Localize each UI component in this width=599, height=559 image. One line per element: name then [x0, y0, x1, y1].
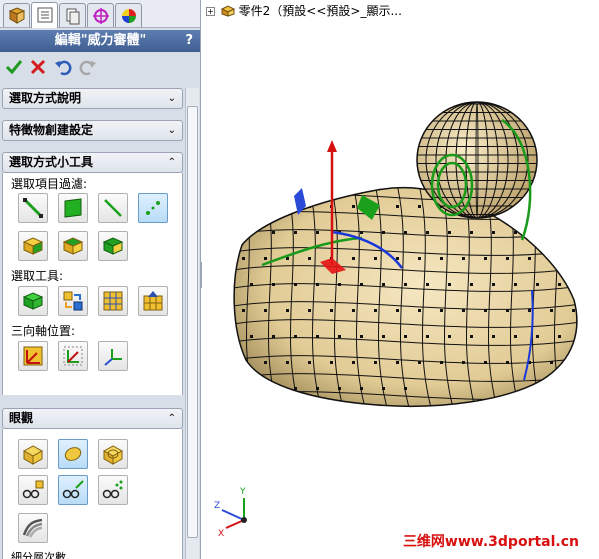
- feature-manager-tab[interactable]: [3, 3, 30, 27]
- grid-up-arrow-icon: [143, 291, 163, 311]
- property-manager-panel: 編輯"威力審體" ? 選取方式說明 ⌄ 特徵物創建設定 ⌄ 選取方式小工具 ⌃ …: [0, 0, 201, 559]
- triad-axis-icon: [23, 346, 43, 366]
- vertex-filter-icon: [146, 201, 160, 215]
- graphics-viewport[interactable]: + 零件2（預設<<預設>_顯示... Y X Z 三维网www.3dporta…: [202, 0, 599, 559]
- select-body-button[interactable]: [18, 286, 48, 316]
- site-watermark: 三维网www.3dportal.cn: [402, 534, 579, 550]
- title-text: 編輯"威力審體": [54, 33, 147, 48]
- glasses-icon: [102, 480, 123, 499]
- checkmark-icon: [5, 60, 23, 75]
- filter-solid-c-button[interactable]: [98, 231, 128, 261]
- filter-lines-button[interactable]: [98, 193, 128, 223]
- filter-edges-button[interactable]: [18, 193, 48, 223]
- tool-label: 選取工具:: [11, 269, 64, 283]
- green-cube-icon: [22, 292, 44, 310]
- feature-tree-icon: [8, 7, 26, 24]
- wireframe-box-icon: [102, 445, 124, 465]
- color-wheel-icon: [122, 9, 136, 23]
- panel-scrollbar[interactable]: [185, 88, 199, 559]
- dimxpert-manager-tab[interactable]: [87, 3, 114, 27]
- selection-tools-body: 選取項目過濾: 選取工具: 三向軸位置:: [2, 173, 183, 395]
- glasses-icon: [62, 480, 84, 499]
- swap-icon: [63, 291, 83, 311]
- manager-tab-bar: [0, 0, 200, 28]
- swap-selection-button[interactable]: [58, 286, 88, 316]
- filter-faces-button[interactable]: [58, 193, 88, 223]
- solid-body-icon: [102, 237, 124, 255]
- triad-position-c-button[interactable]: [98, 341, 128, 371]
- y-axis-label: Y: [239, 487, 246, 497]
- property-manager-tab[interactable]: [31, 2, 58, 28]
- triad-position-b-button[interactable]: [58, 341, 88, 371]
- solid-body-icon: [62, 237, 84, 255]
- filter-solid-a-button[interactable]: [18, 231, 48, 261]
- mesh-model[interactable]: Y X Z: [202, 0, 599, 559]
- redo-icon: [79, 60, 96, 76]
- property-list-icon: [37, 7, 53, 23]
- subdivision-icon: [22, 518, 43, 538]
- feature-creation-header[interactable]: 特徵物創建設定 ⌄: [2, 120, 183, 141]
- glasses-icon: [22, 480, 44, 499]
- line-filter-icon: [104, 199, 122, 217]
- solid-body-icon: [22, 237, 44, 255]
- display-wire-box-button[interactable]: [98, 439, 128, 469]
- ok-button[interactable]: [4, 57, 24, 77]
- close-icon: [30, 59, 46, 75]
- section-label: 選取方式小工具: [9, 155, 94, 169]
- cancel-button[interactable]: [28, 57, 48, 77]
- display-header[interactable]: 眼觀 ⌃: [2, 408, 183, 429]
- chevron-up-icon[interactable]: ⌃: [168, 153, 176, 172]
- property-manager-title: 編輯"威力審體" ?: [0, 30, 200, 52]
- scrollbar-thumb[interactable]: [187, 106, 198, 538]
- redo-button[interactable]: [78, 57, 98, 77]
- filter-vertices-button[interactable]: [138, 193, 168, 223]
- display-glasses-points-button[interactable]: [98, 475, 128, 505]
- display-manager-tab[interactable]: [115, 3, 142, 27]
- selection-help-header[interactable]: 選取方式說明 ⌄: [2, 88, 183, 109]
- chevron-down-icon[interactable]: ⌄: [168, 89, 176, 108]
- undo-icon: [55, 60, 72, 76]
- grid-select-button[interactable]: [98, 286, 128, 316]
- orientation-triad: Y X Z: [214, 487, 247, 539]
- triad-axis-icon: [104, 349, 122, 366]
- help-button[interactable]: ?: [185, 30, 193, 52]
- subdivision-label: 細分層次數: [11, 551, 66, 559]
- triad-label: 三向軸位置:: [11, 324, 76, 338]
- configuration-icon: [66, 8, 80, 25]
- triad-axis-icon: [63, 346, 83, 366]
- display-glasses-line-button[interactable]: [58, 475, 88, 505]
- display-glasses-box-button[interactable]: [18, 475, 48, 505]
- display-shaded-ellipse-button[interactable]: [58, 439, 88, 469]
- action-bar: [0, 55, 200, 79]
- x-axis-label: X: [218, 529, 224, 539]
- filter-label: 選取項目過濾:: [11, 177, 88, 191]
- section-label: 眼觀: [9, 411, 34, 425]
- edge-filter-icon: [23, 198, 43, 218]
- crosshair-icon: [93, 8, 109, 24]
- grid-icon: [103, 291, 123, 311]
- section-label: 特徵物創建設定: [9, 123, 94, 137]
- ellipse-icon: [64, 447, 82, 461]
- display-shaded-box-button[interactable]: [18, 439, 48, 469]
- triad-position-a-button[interactable]: [18, 341, 48, 371]
- chevron-down-icon[interactable]: ⌄: [168, 121, 176, 140]
- display-subdivision-button[interactable]: [18, 513, 48, 543]
- undo-button[interactable]: [53, 57, 73, 77]
- z-axis-label: Z: [214, 501, 220, 511]
- chevron-up-icon[interactable]: ⌃: [168, 409, 176, 428]
- grow-select-button[interactable]: [138, 286, 168, 316]
- selection-tools-header[interactable]: 選取方式小工具 ⌃: [2, 152, 183, 173]
- configuration-manager-tab[interactable]: [59, 3, 86, 27]
- section-label: 選取方式說明: [9, 91, 82, 105]
- shaded-box-icon: [22, 445, 44, 465]
- face-filter-icon: [64, 198, 82, 218]
- filter-solid-b-button[interactable]: [58, 231, 88, 261]
- display-body: 細分層次數: [2, 429, 183, 559]
